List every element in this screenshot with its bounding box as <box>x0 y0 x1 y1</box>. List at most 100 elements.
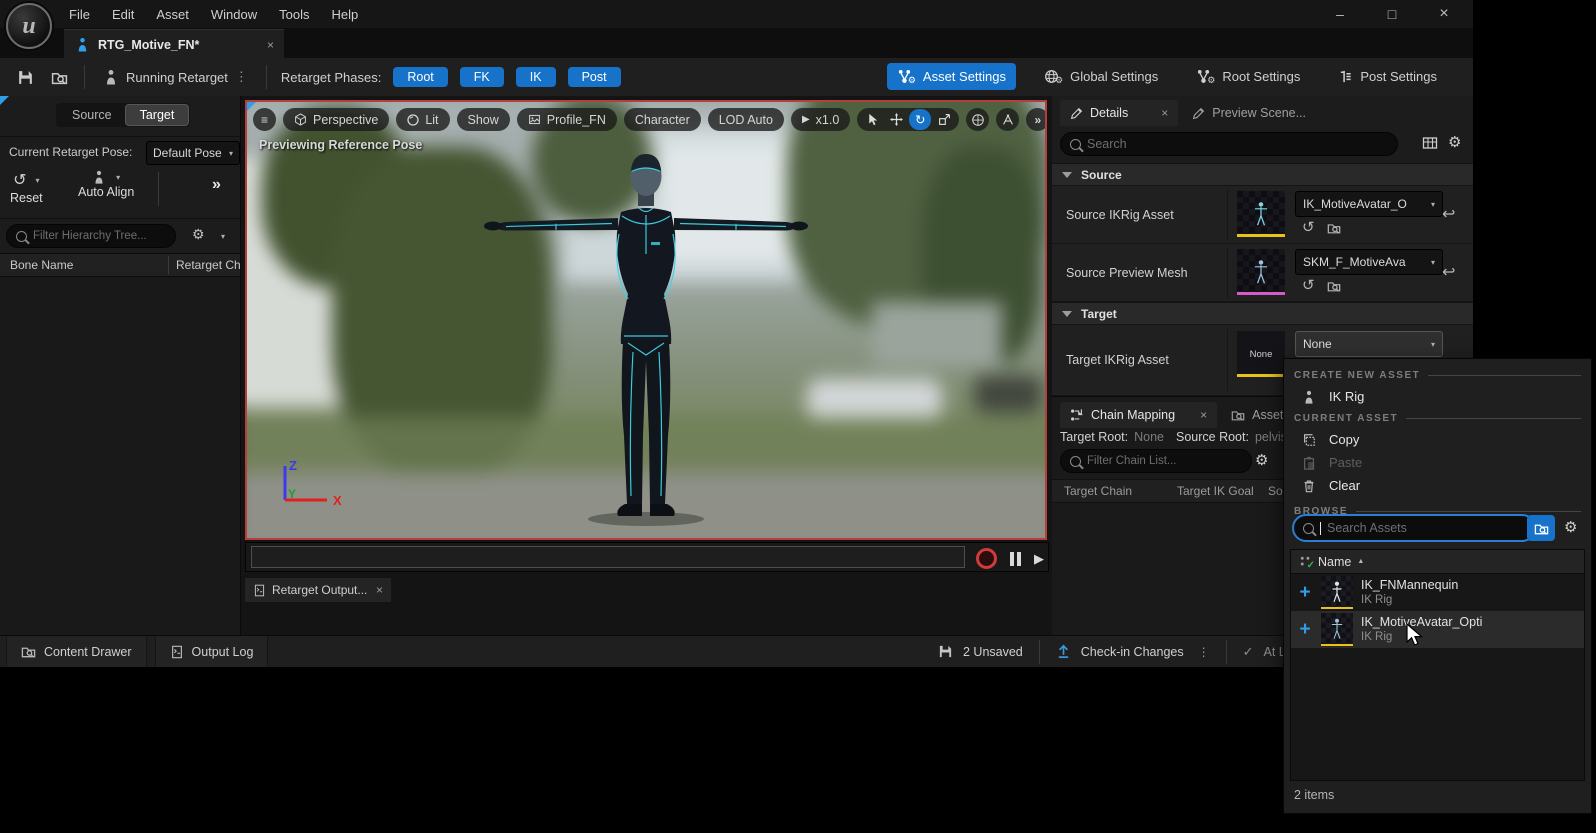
asset-row-ik-fnmannequin[interactable]: + IK_FNMannequin IK Rig <box>1291 574 1584 611</box>
show-button[interactable]: Show <box>457 108 510 131</box>
column-divider[interactable] <box>168 256 169 274</box>
chain-gear-icon[interactable]: ⚙ <box>1255 451 1268 469</box>
phase-post-button[interactable]: Post <box>568 67 621 87</box>
output-log-button[interactable]: Output Log <box>155 636 269 667</box>
select-tool-icon[interactable] <box>861 109 883 130</box>
bone-tree-empty[interactable] <box>0 277 240 635</box>
filter-options-gear-icon[interactable]: ⚙ <box>192 226 205 243</box>
menu-help[interactable]: Help <box>320 0 369 28</box>
target-ikrig-dropdown[interactable]: None ▾ <box>1295 331 1443 357</box>
source-ikrig-dropdown[interactable]: IK_MotiveAvatar_O ▾ <box>1295 191 1443 217</box>
record-icon[interactable] <box>976 548 997 569</box>
menu-edit[interactable]: Edit <box>101 0 145 28</box>
content-drawer-button[interactable]: Content Drawer <box>6 636 147 667</box>
menu-item-paste[interactable]: Paste <box>1284 451 1591 474</box>
column-retarget-chain[interactable]: Retarget Chain <box>176 258 238 272</box>
sort-ascending-icon[interactable]: ▲ <box>1357 558 1364 565</box>
character-button[interactable]: Character <box>624 108 701 131</box>
reset-to-default-icon[interactable]: ↩ <box>1442 204 1455 224</box>
unreal-logo[interactable]: u <box>6 3 52 49</box>
use-selected-asset-icon[interactable]: ↺ <box>1302 276 1315 294</box>
menu-window[interactable]: Window <box>200 0 268 28</box>
chevron-down-icon[interactable]: ▾ <box>116 173 120 182</box>
browse-to-asset-button[interactable] <box>44 64 74 90</box>
tab-rtg-motive-fn[interactable]: RTG_Motive_FN* × <box>64 29 284 59</box>
kebab-icon[interactable]: ⋮ <box>1198 645 1210 659</box>
phase-root-button[interactable]: Root <box>393 67 447 87</box>
chain-filter-input[interactable]: Filter Chain List... <box>1060 449 1252 473</box>
section-source[interactable]: Source <box>1052 163 1473 186</box>
kebab-icon[interactable]: ⋮ <box>235 69 248 85</box>
playback-speed-button[interactable]: ▶ x1.0 <box>791 108 850 131</box>
hierarchy-filter-input[interactable]: Filter Hierarchy Tree... <box>6 224 176 248</box>
play-forward-icon[interactable]: ▶ <box>1034 551 1044 567</box>
profile-button[interactable]: Profile_FN <box>517 108 617 131</box>
coordinate-space-icon[interactable] <box>966 108 989 131</box>
asset-settings-button[interactable]: ⚙ Asset Settings <box>887 63 1016 90</box>
use-selected-asset-icon[interactable]: ↺ <box>1302 218 1315 236</box>
chevron-down-icon[interactable]: ▾ <box>221 232 225 241</box>
target-ikrig-thumbnail[interactable]: None <box>1237 331 1285 377</box>
display-options-grid-icon[interactable] <box>1422 135 1438 151</box>
pose-dropdown[interactable]: Default Pose ▾ <box>146 141 240 165</box>
add-icon[interactable]: + <box>1297 582 1313 604</box>
asset-row-ik-motiveavatar-opti[interactable]: + IK_MotiveAvatar_Opti IK Rig <box>1291 611 1584 648</box>
check-in-label[interactable]: Check-in Changes <box>1081 645 1184 659</box>
popup-gear-icon[interactable]: ⚙ <box>1564 518 1577 536</box>
root-settings-button[interactable]: ⚙ Root Settings <box>1186 63 1310 90</box>
viewport-menu-icon[interactable]: ≡ <box>253 108 276 131</box>
lit-button[interactable]: Lit <box>396 108 449 131</box>
auto-align-button[interactable]: ▾ Auto Align <box>78 170 134 199</box>
global-settings-button[interactable]: ⚙ Global Settings <box>1034 63 1168 90</box>
column-settings-icon[interactable]: ✓ <box>1299 555 1312 568</box>
column-bone-name[interactable]: Bone Name <box>10 258 73 272</box>
menu-item-ik-rig[interactable]: IK Rig <box>1284 385 1591 408</box>
tab-target[interactable]: Target <box>126 105 189 125</box>
browse-to-asset-icon[interactable] <box>1327 279 1341 293</box>
phase-fk-button[interactable]: FK <box>460 67 504 87</box>
viewport-overflow-icon[interactable]: » <box>1026 108 1047 131</box>
menu-asset[interactable]: Asset <box>145 0 200 28</box>
running-retarget-button[interactable]: Running Retarget ⋮ <box>95 62 256 92</box>
details-close-icon[interactable]: × <box>1161 106 1168 120</box>
details-search-input[interactable]: Search <box>1060 132 1398 156</box>
source-ikrig-thumbnail[interactable] <box>1237 191 1285 237</box>
unsaved-label[interactable]: 2 Unsaved <box>963 645 1023 659</box>
chain-mapping-close-icon[interactable]: × <box>1200 408 1207 422</box>
section-target[interactable]: Target <box>1052 302 1473 325</box>
minimize-icon[interactable]: – <box>1325 2 1355 26</box>
tab-details[interactable]: Details × <box>1060 100 1178 126</box>
tab-close-icon[interactable]: × <box>267 38 274 52</box>
details-gear-icon[interactable]: ⚙ <box>1448 133 1461 151</box>
pause-icon[interactable] <box>1010 552 1021 566</box>
source-mesh-dropdown[interactable]: SKM_F_MotiveAva ▾ <box>1295 249 1443 275</box>
reset-to-default-icon[interactable]: ↩ <box>1442 262 1455 282</box>
output-tab-close-icon[interactable]: × <box>376 583 383 597</box>
perspective-button[interactable]: Perspective <box>283 108 389 131</box>
lod-button[interactable]: LOD Auto <box>708 108 784 131</box>
translate-tool-icon[interactable] <box>885 109 907 130</box>
menu-item-copy[interactable]: Copy <box>1284 428 1591 451</box>
column-target-ik-goal[interactable]: Target IK Goal <box>1177 484 1254 498</box>
expand-toolbar-icon[interactable]: » <box>212 176 221 194</box>
maximize-icon[interactable]: □ <box>1377 2 1407 26</box>
viewport[interactable]: ≡ Perspective Lit Show Profile_FN Charac… <box>245 100 1047 540</box>
reset-button[interactable]: ↺ ▾ Reset <box>10 170 43 205</box>
tab-preview-scene[interactable]: Preview Scene... <box>1182 100 1316 126</box>
add-icon[interactable]: + <box>1297 619 1313 641</box>
name-column-label[interactable]: Name <box>1318 555 1351 569</box>
search-assets-input[interactable]: Search Assets <box>1292 514 1536 542</box>
browse-folder-button[interactable] <box>1527 515 1555 541</box>
source-mesh-thumbnail[interactable] <box>1237 249 1285 295</box>
menu-item-clear[interactable]: Clear <box>1284 474 1591 497</box>
menu-file[interactable]: File <box>58 0 101 28</box>
scale-tool-icon[interactable] <box>933 109 955 130</box>
retarget-output-tab[interactable]: Retarget Output... × <box>245 578 391 602</box>
phase-ik-button[interactable]: IK <box>516 67 556 87</box>
browse-to-asset-icon[interactable] <box>1327 221 1341 235</box>
rotate-tool-icon[interactable]: ↻ <box>909 109 931 130</box>
snap-icon[interactable] <box>996 108 1019 131</box>
timeline-scrubber[interactable] <box>251 546 965 568</box>
tab-source[interactable]: Source <box>58 105 126 125</box>
save-button[interactable] <box>10 64 40 90</box>
